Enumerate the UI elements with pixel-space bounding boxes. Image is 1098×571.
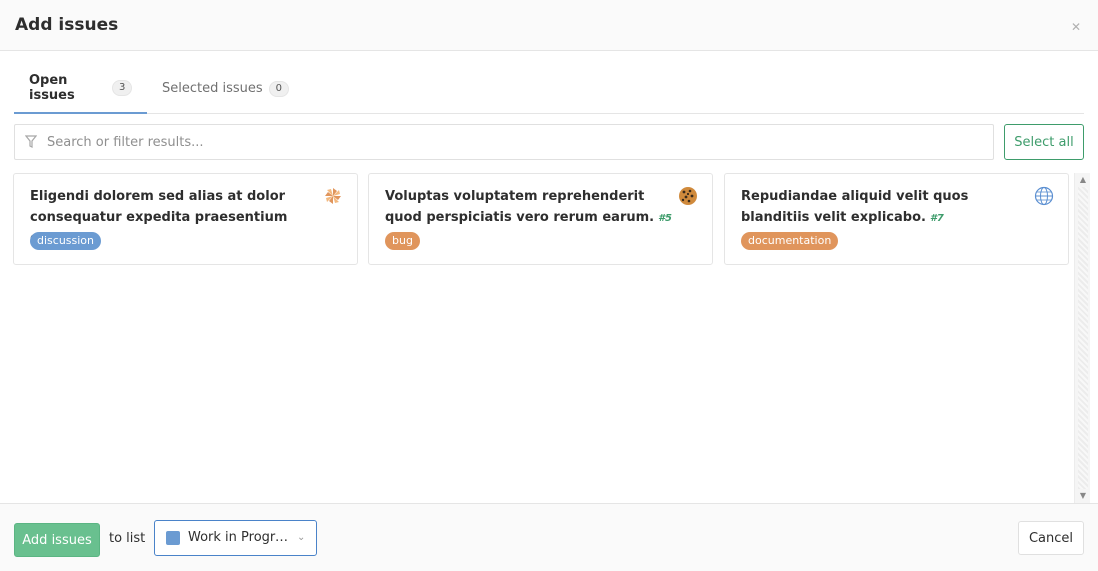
list-dropdown[interactable]: Work in Progress ⌄ xyxy=(154,520,317,556)
cookie-avatar xyxy=(679,187,697,205)
issue-title: Repudiandae aliquid velit quos blanditii… xyxy=(741,186,1031,229)
chevron-down-icon: ⌄ xyxy=(297,532,306,543)
label-badge: documentation xyxy=(741,232,839,250)
issue-card[interactable]: Voluptas voluptatem reprehenderit quod p… xyxy=(368,173,713,265)
orange-pinwheel-avatar xyxy=(324,187,342,205)
search-box xyxy=(14,124,994,160)
tab-label: Open issues xyxy=(29,72,75,103)
to-list-label: to list xyxy=(109,531,146,546)
modal-header: Add issues ✕ xyxy=(0,0,1098,51)
issue-number: #7 xyxy=(929,213,944,224)
scroll-down-icon[interactable]: ▼ xyxy=(1078,491,1088,501)
scroll-track[interactable] xyxy=(1078,187,1088,489)
filter-icon xyxy=(25,135,37,148)
count-badge: 3 xyxy=(112,79,132,96)
issue-number: #5 xyxy=(658,213,673,224)
search-input[interactable] xyxy=(47,125,987,159)
tab-selected-issues[interactable]: Selected issues 0 xyxy=(147,63,307,114)
cancel-button[interactable]: Cancel xyxy=(1018,521,1084,555)
scroll-up-icon[interactable]: ▲ xyxy=(1078,175,1088,185)
scrollbar[interactable]: ▲ ▼ xyxy=(1074,173,1090,503)
close-icon[interactable]: ✕ xyxy=(1069,20,1083,34)
issue-title-text: Voluptas voluptatem reprehenderit quod p… xyxy=(385,189,655,225)
issue-title: Voluptas voluptatem reprehenderit quod p… xyxy=(385,186,675,229)
select-all-button[interactable]: Select all xyxy=(1004,124,1084,160)
count-badge: 0 xyxy=(268,80,290,97)
issue-card[interactable]: Repudiandae aliquid velit quos blanditii… xyxy=(724,173,1069,265)
tab-open-issues[interactable]: Open issues 3 xyxy=(14,63,147,114)
label-badge: bug xyxy=(385,232,420,250)
issue-tabs: Open issues 3 Selected issues 0 xyxy=(14,63,1084,114)
modal-title: Add issues xyxy=(15,15,119,35)
issue-list: Eligendi dolorem sed alias at dolor cons… xyxy=(13,173,1071,503)
blue-globe-avatar xyxy=(1034,186,1054,206)
label-badge: discussion xyxy=(30,232,102,250)
modal-footer: Add issues to list Work in Progress ⌄ Ca… xyxy=(0,503,1098,571)
list-color-swatch xyxy=(166,531,180,545)
add-issues-button[interactable]: Add issues xyxy=(14,523,100,557)
list-name: Work in Progress xyxy=(188,530,293,545)
issue-card[interactable]: Eligendi dolorem sed alias at dolor cons… xyxy=(13,173,358,265)
tab-label: Selected issues xyxy=(162,81,263,96)
